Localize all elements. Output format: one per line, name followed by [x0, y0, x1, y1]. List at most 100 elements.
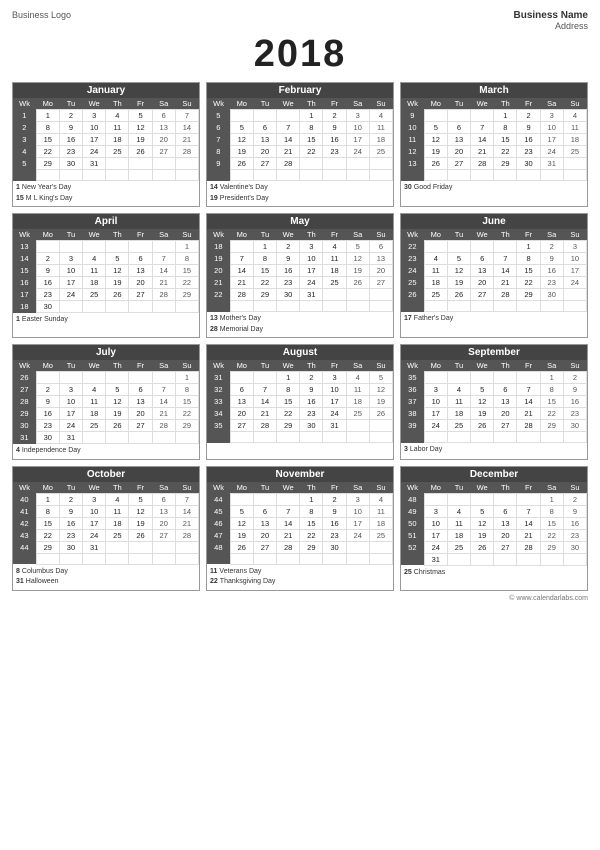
week-number: 32 [207, 384, 230, 396]
week-row: 2891011121314 [13, 122, 199, 134]
day-cell: 16 [36, 277, 59, 289]
col-header-tu: Tu [447, 98, 470, 110]
day-cell: 24 [424, 420, 447, 432]
week-row: 2411121314151617 [401, 265, 587, 277]
day-cell: 18 [83, 408, 106, 420]
month-block-april: AprilWkMoTuWeThFrSaSu1311423456781591011… [12, 213, 200, 338]
day-cell: 24 [59, 289, 82, 301]
day-cell: 16 [323, 517, 346, 529]
day-cell: 28 [517, 541, 540, 553]
day-cell: 7 [494, 253, 517, 265]
week-row: 41891011121314 [13, 505, 199, 517]
week-number: 13 [401, 158, 424, 170]
month-title: December [401, 467, 587, 482]
day-cell: 14 [471, 134, 494, 146]
day-cell [175, 541, 198, 553]
col-header-fr: Fr [129, 482, 152, 494]
day-cell [369, 289, 392, 301]
holiday-name: Mother's Day [220, 315, 261, 322]
day-cell: 26 [471, 420, 494, 432]
day-cell: 24 [59, 420, 82, 432]
month-block-march: MarchWkMoTuWeThFrSaSu9123410567891011111… [400, 82, 588, 207]
day-cell: 26 [424, 158, 447, 170]
col-header-wk: Wk [401, 229, 424, 241]
day-cell: 17 [540, 134, 563, 146]
day-cell: 28 [152, 420, 175, 432]
day-cell: 26 [230, 158, 253, 170]
day-cell [323, 301, 346, 312]
holiday-name: Columbus Day [22, 568, 68, 575]
day-cell: 15 [300, 134, 323, 146]
holidays-section: 3Labor Day [401, 443, 587, 458]
day-cell: 26 [129, 146, 152, 158]
col-header-wk: Wk [207, 98, 230, 110]
holiday-day: 15 [16, 195, 24, 202]
day-cell: 6 [494, 384, 517, 396]
day-cell: 17 [323, 396, 346, 408]
day-cell: 6 [152, 110, 175, 122]
col-header-mo: Mo [424, 98, 447, 110]
week-number: 44 [207, 493, 230, 505]
month-table: WkMoTuWeThFrSaSu311234532678910111233131… [207, 360, 393, 443]
month-block-august: AugustWkMoTuWeThFrSaSu311234532678910111… [206, 344, 394, 460]
day-cell: 22 [517, 277, 540, 289]
week-number [207, 301, 230, 312]
day-cell: 22 [494, 146, 517, 158]
day-cell: 24 [300, 277, 323, 289]
day-cell [152, 170, 175, 181]
day-cell: 22 [253, 277, 276, 289]
day-cell: 24 [424, 541, 447, 553]
day-cell: 4 [563, 110, 586, 122]
holiday-entry: 22Thanksgiving Day [210, 577, 390, 588]
week-number: 45 [207, 505, 230, 517]
day-cell: 16 [277, 265, 300, 277]
day-cell [277, 110, 300, 122]
day-cell: 15 [517, 265, 540, 277]
month-block-july: JulyWkMoTuWeThFrSaSu26127234567828910111… [12, 344, 200, 460]
day-cell: 16 [300, 396, 323, 408]
week-number: 31 [207, 372, 230, 384]
day-cell: 18 [83, 277, 106, 289]
day-cell: 3 [83, 493, 106, 505]
day-cell: 8 [277, 384, 300, 396]
week-number: 20 [207, 265, 230, 277]
day-cell: 19 [129, 517, 152, 529]
month-title: September [401, 345, 587, 360]
day-cell: 22 [300, 146, 323, 158]
col-header-mo: Mo [36, 98, 59, 110]
day-cell: 19 [106, 408, 129, 420]
day-cell: 4 [369, 110, 392, 122]
week-number: 42 [13, 517, 36, 529]
week-number: 39 [401, 420, 424, 432]
day-cell: 28 [175, 146, 198, 158]
day-cell: 6 [494, 505, 517, 517]
day-cell: 25 [106, 529, 129, 541]
week-row: 1219202122232425 [401, 146, 587, 158]
holiday-name: Father's Day [414, 315, 453, 322]
col-header-mo: Mo [230, 482, 253, 494]
day-cell: 9 [300, 384, 323, 396]
day-cell: 29 [175, 420, 198, 432]
day-cell: 3 [59, 384, 82, 396]
week-number: 16 [13, 277, 36, 289]
day-cell: 1 [175, 241, 198, 253]
month-table: WkMoTuWeThFrSaSu221232345678910241112131… [401, 229, 587, 312]
day-cell [129, 541, 152, 553]
holidays-section: 25Christmas [401, 566, 587, 581]
week-row: 1112131415161718 [401, 134, 587, 146]
week-number [401, 432, 424, 443]
day-cell: 15 [175, 396, 198, 408]
col-header-sa: Sa [540, 360, 563, 372]
day-cell: 13 [230, 396, 253, 408]
day-cell: 26 [230, 541, 253, 553]
week-row: 326789101112 [207, 384, 393, 396]
week-row [401, 432, 587, 443]
day-cell: 23 [300, 408, 323, 420]
day-cell: 12 [129, 505, 152, 517]
day-cell: 30 [563, 541, 586, 553]
day-cell: 4 [447, 505, 470, 517]
month-block-june: JuneWkMoTuWeThFrSaSu22123234567891024111… [400, 213, 588, 338]
day-cell: 1 [494, 110, 517, 122]
week-row: 3710111213141516 [401, 396, 587, 408]
holidays-section: 1New Year's Day15M L King's Day [13, 181, 199, 206]
